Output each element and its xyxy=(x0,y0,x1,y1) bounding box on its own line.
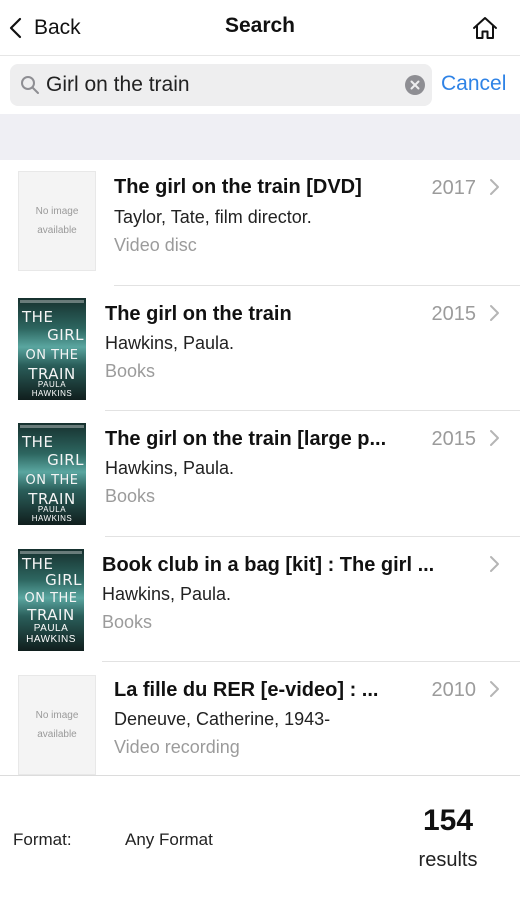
book-cover: THE GIRL ON THE TRAIN PAULA HAWKINS xyxy=(18,297,86,400)
result-title: La fille du RER [e-video] : ... xyxy=(114,679,379,701)
cover-text: THE xyxy=(22,433,54,451)
search-field[interactable] xyxy=(10,64,432,106)
cover-text: GIRL xyxy=(45,570,82,589)
result-title: The girl on the train [large p... xyxy=(105,428,387,450)
no-image-thumbnail: No image available xyxy=(18,171,96,271)
result-title: The girl on the train [DVD] xyxy=(114,176,362,198)
home-icon[interactable] xyxy=(472,16,498,40)
results-list[interactable]: No image available The girl on the train… xyxy=(0,160,520,775)
search-input[interactable] xyxy=(46,64,396,106)
result-author: Taylor, Tate, film director. xyxy=(114,207,312,227)
list-item[interactable]: THE GIRL ON THE TRAIN PAULA HAWKINS The … xyxy=(0,411,520,537)
no-image-text: No image available xyxy=(35,710,79,740)
chevron-right-icon xyxy=(490,179,499,195)
list-item[interactable]: THE GIRL ON THE TRAIN PAULA HAWKINS The … xyxy=(0,286,520,411)
cover-text: ON THE xyxy=(24,590,78,606)
results-label: results xyxy=(418,849,478,871)
result-year: 2010 xyxy=(431,679,477,701)
list-item[interactable]: No image available The girl on the train… xyxy=(0,160,520,286)
result-format: Books xyxy=(105,360,156,381)
cover-text: THE xyxy=(22,554,54,573)
search-bar: Cancel xyxy=(0,56,520,114)
result-year: 2017 xyxy=(431,177,477,199)
result-format: Video recording xyxy=(114,737,240,757)
result-title: Book club in a bag [kit] : The girl ... xyxy=(102,553,435,576)
cover-text: ON THE xyxy=(25,473,79,488)
navigation-bar: Back Search xyxy=(0,0,520,56)
cover-text: GIRL xyxy=(47,451,84,469)
clear-icon[interactable] xyxy=(405,75,425,95)
chevron-right-icon xyxy=(490,430,499,446)
result-author: Hawkins, Paula. xyxy=(105,332,235,353)
cover-author: PAULA HAWKINS xyxy=(26,622,76,645)
format-label: Format: xyxy=(13,830,72,849)
book-cover: THE GIRL ON THE TRAIN PAULA HAWKINS xyxy=(18,548,84,651)
cancel-button[interactable]: Cancel xyxy=(441,72,506,96)
list-item[interactable]: THE GIRL ON THE TRAIN PAULA HAWKINS Book… xyxy=(0,537,520,662)
result-author: Deneuve, Catherine, 1943- xyxy=(114,709,331,729)
results-footer: Format: Any Format 154 results xyxy=(0,775,520,900)
chevron-right-icon xyxy=(490,304,499,321)
cover-text: THE xyxy=(22,307,54,326)
cover-text: TRAIN xyxy=(27,605,75,624)
book-cover: THE GIRL ON THE TRAIN PAULA HAWKINS xyxy=(18,423,86,525)
result-format: Books xyxy=(102,611,153,632)
result-count: 154 xyxy=(422,804,474,837)
result-author: Hawkins, Paula. xyxy=(105,458,235,478)
no-image-thumbnail: No image available xyxy=(18,675,96,775)
cover-author: PAULA HAWKINS xyxy=(31,379,73,398)
chevron-right-icon xyxy=(490,681,499,697)
result-format: Books xyxy=(105,486,156,506)
no-image-text: No image available xyxy=(35,206,79,236)
result-year: 2015 xyxy=(431,428,477,450)
result-title: The girl on the train xyxy=(105,302,292,325)
cover-text: GIRL xyxy=(47,325,84,344)
result-year: 2015 xyxy=(431,302,477,325)
list-item[interactable]: No image available La fille du RER [e-vi… xyxy=(0,662,520,775)
result-author: Hawkins, Paula. xyxy=(102,583,232,604)
format-selector[interactable]: Any Format xyxy=(125,830,213,850)
page-title: Search xyxy=(224,14,296,37)
chevron-right-icon xyxy=(490,555,499,572)
cover-text: ON THE xyxy=(25,347,79,363)
section-spacer xyxy=(0,114,520,160)
result-format: Video disc xyxy=(114,235,197,255)
search-icon xyxy=(21,76,39,94)
cover-author: PAULA HAWKINS xyxy=(31,505,73,523)
